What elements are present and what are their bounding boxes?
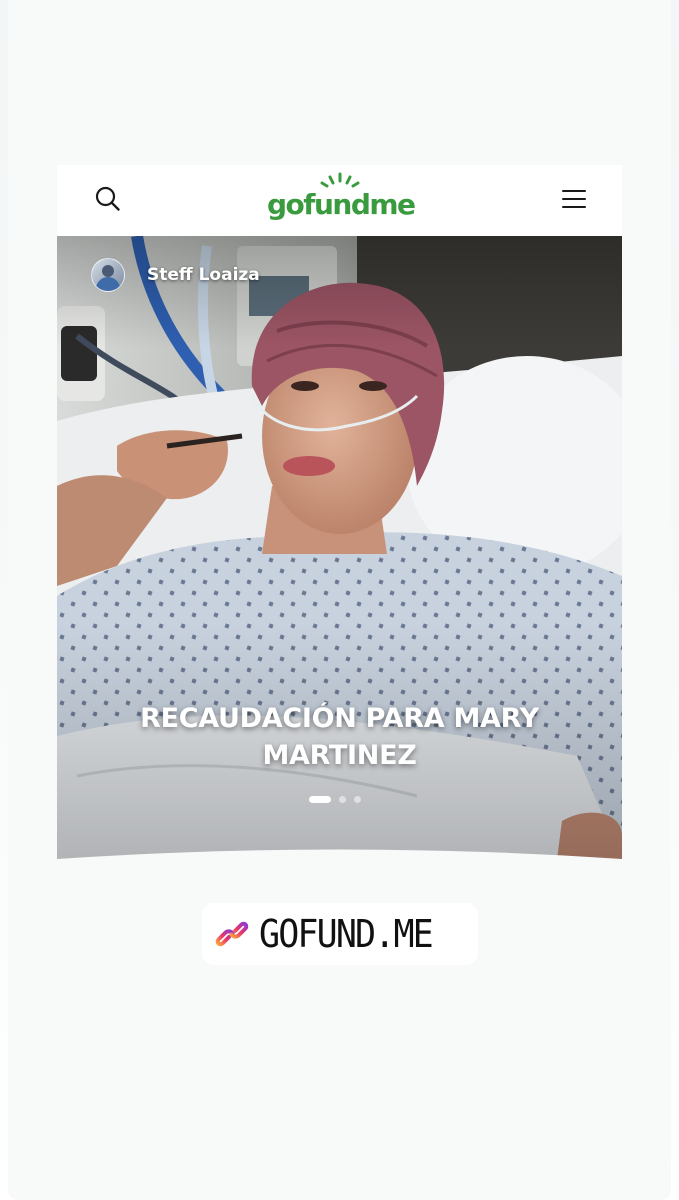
card-curved-edge bbox=[57, 849, 622, 876]
campaign-photo[interactable]: Steff Loaiza RECAUDACIÓN PARA MARY MARTI… bbox=[57, 236, 622, 859]
hamburger-menu-icon[interactable] bbox=[560, 185, 588, 213]
carousel-indicator bbox=[309, 796, 361, 803]
campaign-title[interactable]: RECAUDACIÓN PARA MARY MARTINEZ bbox=[97, 700, 582, 774]
avatar[interactable] bbox=[91, 258, 125, 292]
search-icon[interactable] bbox=[93, 184, 123, 214]
gofundme-logo[interactable]: gofundme bbox=[257, 171, 427, 231]
link-icon bbox=[215, 921, 249, 947]
campaign-author[interactable]: Steff Loaiza bbox=[91, 258, 260, 292]
gofundme-card[interactable]: gofundme Steff Loaiza RECAUDACIÓN PARA M… bbox=[57, 165, 622, 859]
link-sticker[interactable]: GOFUND.ME bbox=[202, 903, 478, 965]
author-name[interactable]: Steff Loaiza bbox=[147, 265, 260, 285]
carousel-dot-active[interactable] bbox=[309, 796, 331, 803]
carousel-dot[interactable] bbox=[339, 796, 346, 803]
sun-rays-icon bbox=[320, 172, 360, 188]
carousel-dot[interactable] bbox=[354, 796, 361, 803]
top-bar: gofundme bbox=[57, 165, 622, 236]
logo-text: gofundme bbox=[267, 188, 416, 221]
link-text[interactable]: GOFUND.ME bbox=[259, 912, 434, 956]
